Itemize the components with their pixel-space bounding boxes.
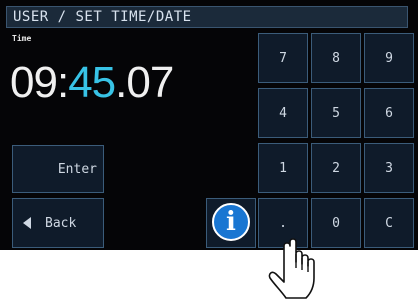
key-9[interactable]: 9 bbox=[364, 33, 414, 83]
device-screen: USER / SET TIME/DATE Time 09:45.07 Enter… bbox=[0, 0, 418, 250]
key-2[interactable]: 2 bbox=[311, 143, 361, 193]
key-5[interactable]: 5 bbox=[311, 88, 361, 138]
info-button[interactable]: i bbox=[206, 198, 256, 248]
time-separator-2: . bbox=[115, 58, 127, 107]
info-icon: i bbox=[212, 203, 250, 241]
key-4[interactable]: 4 bbox=[258, 88, 308, 138]
enter-button[interactable]: Enter bbox=[12, 145, 104, 193]
enter-label: Enter bbox=[57, 161, 97, 177]
title-bar: USER / SET TIME/DATE bbox=[6, 6, 408, 28]
time-separator: : bbox=[56, 58, 69, 107]
back-button[interactable]: Back bbox=[12, 198, 104, 248]
hours-value: 09 bbox=[10, 58, 58, 107]
key-3[interactable]: 3 bbox=[364, 143, 414, 193]
key-clear[interactable]: C bbox=[364, 198, 414, 248]
hand-pointer-icon bbox=[268, 238, 315, 299]
key-6[interactable]: 6 bbox=[364, 88, 414, 138]
time-label: Time bbox=[12, 34, 32, 43]
back-label: Back bbox=[45, 215, 77, 231]
time-display: 09:45.07 bbox=[10, 58, 174, 108]
seconds-value: 07 bbox=[126, 58, 174, 107]
back-arrow-icon bbox=[23, 217, 31, 229]
key-1[interactable]: 1 bbox=[258, 143, 308, 193]
minutes-value: 45 bbox=[68, 58, 116, 107]
key-7[interactable]: 7 bbox=[258, 33, 308, 83]
key-8[interactable]: 8 bbox=[311, 33, 361, 83]
page-title: USER / SET TIME/DATE bbox=[13, 9, 192, 25]
